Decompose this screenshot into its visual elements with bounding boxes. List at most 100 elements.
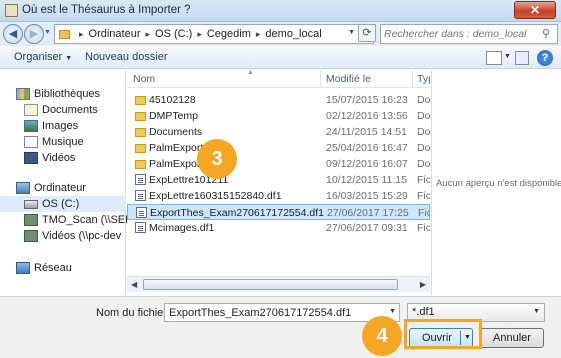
organiser-button[interactable]: Organiser ▼	[14, 51, 72, 63]
filename-field[interactable]	[169, 306, 377, 320]
nav-item-label: Vidéos (\\pc-dev	[42, 230, 122, 242]
breadcrumb[interactable]: ▸ Ordinateur ▸ OS (C:) ▸ Cegedim ▸ demo_…	[54, 24, 374, 44]
scroll-left-icon[interactable]: ◀	[131, 280, 137, 289]
filename-combo[interactable]: ▼	[164, 303, 400, 322]
chevron-down-icon: ▼	[533, 308, 540, 315]
list-item[interactable]: PalmExport_1 25/04/2016 16:47 Do	[127, 140, 430, 156]
list-item[interactable]: DMPTemp 02/12/2016 13:56 Do	[127, 108, 430, 124]
list-item[interactable]: ExpLettre101211 10/12/2015 11:15 Fic	[127, 172, 430, 188]
folder-icon	[135, 112, 146, 121]
nav-item-label: Réseau	[34, 262, 72, 274]
view-options-icon[interactable]	[486, 51, 502, 65]
refresh-button[interactable]: ⟳	[358, 24, 376, 42]
file-type: Fic	[417, 190, 430, 202]
folder-icon	[135, 160, 146, 169]
breadcrumb-drive[interactable]: OS (C:)	[155, 28, 192, 40]
breadcrumb-separator[interactable]: ▸	[79, 29, 84, 40]
command-toolbar: Organiser ▼ Nouveau dossier ▼ ?	[0, 47, 561, 69]
column-divider[interactable]	[412, 70, 413, 88]
chevron-down-icon: ▼	[65, 55, 73, 62]
file-date: 27/06/2017 09:31	[326, 222, 408, 234]
file-icon	[135, 222, 146, 233]
open-button-highlight	[404, 319, 482, 349]
help-icon[interactable]: ?	[537, 50, 553, 66]
videos-icon	[24, 152, 38, 164]
file-icon	[136, 207, 147, 218]
nav-item-libraries[interactable]: Bibliothèques	[16, 86, 142, 102]
file-date: 25/04/2016 16:47	[326, 142, 408, 154]
folder-icon	[135, 144, 146, 153]
breadcrumb-cegedim[interactable]: Cegedim	[207, 28, 251, 40]
computer-icon	[16, 182, 30, 194]
documents-icon	[24, 104, 38, 116]
list-item[interactable]: Mcimages.df1 27/06/2017 09:31 Fic	[127, 220, 430, 236]
step-callout-3: 3	[197, 139, 237, 179]
folder-icon	[135, 96, 146, 105]
file-icon	[135, 174, 146, 185]
window-title: Où est le Thésaurus à Importer ?	[22, 4, 191, 16]
file-name: Mcimages.df1	[149, 222, 215, 234]
file-name: ExpLettre160315152840.df1	[149, 190, 282, 202]
list-item[interactable]: 45102128 15/07/2015 16:23 Do	[127, 92, 430, 108]
back-button[interactable]: ◀	[3, 24, 23, 44]
file-type: Fic	[417, 174, 430, 186]
list-item[interactable]: Documents 24/11/2015 14:51 Do	[127, 124, 430, 140]
nav-item-label: Vidéos	[42, 152, 76, 164]
new-folder-button[interactable]: Nouveau dossier	[85, 51, 168, 63]
close-button[interactable]: ✕	[514, 1, 556, 19]
library-icon	[16, 88, 30, 100]
search-input[interactable]	[384, 27, 534, 41]
breadcrumb-demo-local[interactable]: demo_local	[265, 28, 321, 40]
scroll-right-icon[interactable]: ▶	[420, 280, 426, 289]
column-header-date[interactable]: Modifié le	[326, 73, 371, 85]
preview-message: Aucun aperçu n'est disponible.	[436, 178, 561, 189]
nav-item-label: OS (C:)	[42, 198, 80, 210]
column-header-type[interactable]: Typ	[417, 73, 430, 85]
file-list: ▲ Nom Modifié le Typ 45102128 15/07/2015 …	[127, 70, 430, 295]
file-type-filter-value: *.df1	[412, 306, 435, 318]
step-callout-4: 4	[362, 316, 402, 356]
chevron-down-icon[interactable]: ▼	[389, 308, 396, 315]
file-icon	[135, 190, 146, 201]
preview-pane-icon[interactable]	[515, 51, 529, 65]
nav-item-os-drive[interactable]: OS (C:)	[0, 196, 126, 212]
list-item[interactable]: PalmExport_ 09/12/2016 16:07 Do	[127, 156, 430, 172]
search-box[interactable]: ⚲	[380, 24, 558, 44]
list-item[interactable]: ExpLettre160315152840.df1 16/03/2015 15:2…	[127, 188, 430, 204]
organiser-label: Organiser	[14, 51, 63, 63]
nav-item-label: Images	[42, 120, 79, 132]
column-headers: ▲ Nom Modifié le Typ	[127, 70, 430, 88]
filename-label: Nom du fichier :	[96, 307, 174, 319]
chevron-down-icon[interactable]: ▼	[348, 29, 355, 36]
breadcrumb-computer[interactable]: Ordinateur	[89, 28, 141, 40]
nav-item-label: TMO_Scan (\\SEF	[42, 214, 132, 226]
scrollbar-thumb[interactable]	[143, 279, 398, 290]
breadcrumb-separator[interactable]: ▸	[146, 29, 151, 40]
nav-item-computer[interactable]: Ordinateur	[16, 180, 142, 196]
chevron-down-icon[interactable]: ▼	[504, 53, 511, 60]
file-date: 16/03/2015 15:29	[326, 190, 408, 202]
recent-locations-dropdown[interactable]: ▼	[44, 29, 51, 36]
nav-item-label: Documents	[42, 104, 98, 116]
column-header-name[interactable]: Nom	[133, 73, 155, 85]
navigation-pane: Bibliothèques Documents Images Musique V…	[0, 70, 132, 295]
column-divider[interactable]	[320, 70, 321, 88]
breadcrumb-separator[interactable]: ▸	[256, 29, 261, 40]
forward-button[interactable]: ▶	[24, 24, 44, 44]
file-date: 10/12/2015 11:15	[326, 174, 407, 186]
nav-item-label: Musique	[42, 136, 84, 148]
list-item-selected[interactable]: ExportThes_Exam270617172554.df1 27/06/201…	[127, 204, 430, 220]
horizontal-scrollbar[interactable]: ◀ ▶	[127, 276, 430, 292]
cancel-button[interactable]: Annuler	[480, 328, 544, 348]
file-type: Do	[417, 110, 430, 122]
file-type: Do	[417, 94, 430, 106]
file-date: 02/12/2016 13:56	[326, 110, 408, 122]
file-name: 45102128	[149, 94, 196, 106]
disk-icon	[24, 199, 38, 209]
address-bar-row: ◀ ▶ ▼ ▸ Ordinateur ▸ OS (C:) ▸ Cegedim ▸…	[0, 22, 561, 46]
folder-icon	[59, 29, 70, 39]
file-date: 27/06/2017 17:25	[327, 207, 409, 219]
nav-item-network[interactable]: Réseau	[16, 260, 142, 276]
breadcrumb-separator[interactable]: ▸	[197, 29, 202, 40]
search-icon[interactable]: ⚲	[538, 27, 554, 41]
